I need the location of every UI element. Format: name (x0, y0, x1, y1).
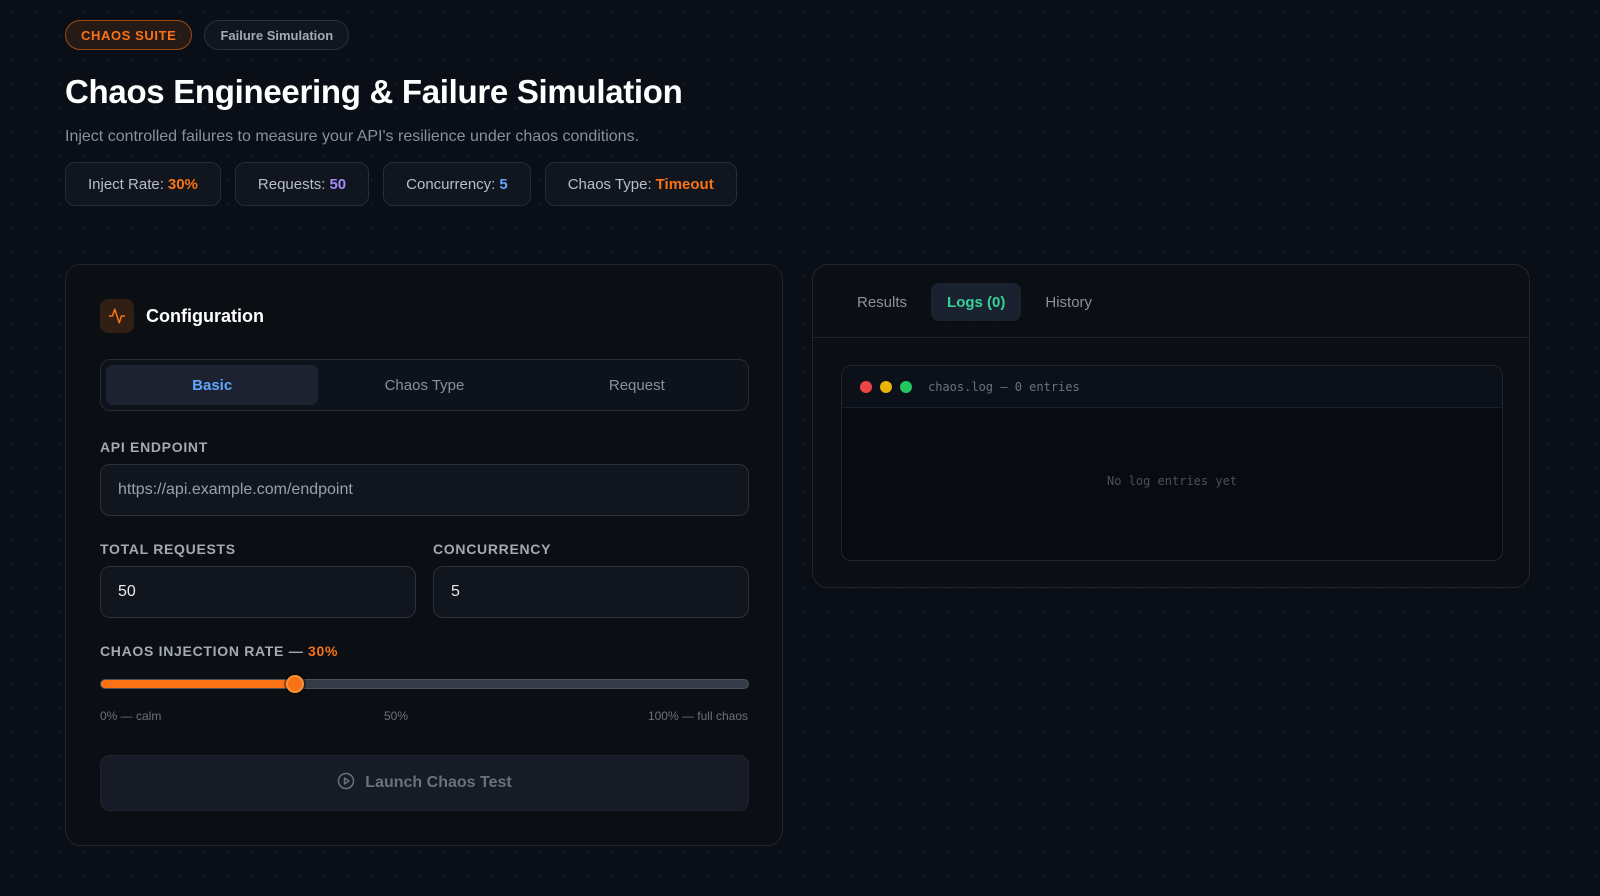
stat-label: Requests: (257, 175, 326, 193)
stat-value: Timeout (655, 175, 714, 193)
concurrency-label: CONCURRENCY (433, 541, 552, 557)
endpoint-label: API ENDPOINT (100, 439, 208, 455)
window-dot-red (860, 380, 872, 393)
stat-label: Inject Rate: (88, 175, 164, 193)
page-subtitle: Inject controlled failures to measure yo… (65, 128, 640, 145)
configuration-title: Configuration (146, 305, 264, 326)
badge-row: CHAOS SUITE Failure Simulation (65, 20, 1535, 50)
injection-rate-label-text: CHAOS INJECTION RATE (100, 643, 285, 659)
slider-fill (101, 680, 296, 688)
injection-rate-separator: — (288, 643, 304, 659)
log-terminal: chaos.log — 0 entries No log entries yet (841, 365, 1503, 561)
play-circle-icon (337, 772, 355, 795)
injection-rate-value: 30% (307, 643, 339, 659)
tick-min: 0% — calm (100, 709, 162, 723)
launch-label: Launch Chaos Test (365, 774, 512, 791)
tab-chaos-type[interactable]: Chaos Type (318, 365, 530, 405)
log-empty-state: No log entries yet (1106, 474, 1238, 488)
stat-value: 30% (167, 175, 198, 193)
stat-requests: Requests: 50 (234, 162, 370, 206)
failure-simulation-badge: Failure Simulation (204, 20, 350, 50)
tab-history[interactable]: History (1029, 283, 1108, 321)
results-tabs: Results Logs (0) History (841, 283, 1108, 321)
total-requests-label: TOTAL REQUESTS (100, 541, 236, 557)
terminal-title: chaos.log — 0 entries (928, 379, 1080, 394)
page-title: Chaos Engineering & Failure Simulation (65, 73, 683, 110)
tabs-divider (813, 337, 1529, 338)
configuration-panel: Configuration Basic Chaos Type Request A… (65, 264, 783, 846)
tick-mid: 50% (384, 709, 409, 723)
stat-label: Chaos Type: (567, 175, 652, 193)
stat-value: 50 (329, 175, 347, 193)
window-dot-yellow (880, 380, 892, 393)
endpoint-input[interactable] (100, 464, 749, 516)
stat-inject-rate: Inject Rate: 30% (65, 162, 221, 206)
tick-max: 100% — full chaos (647, 709, 748, 723)
tab-basic[interactable]: Basic (106, 365, 319, 405)
terminal-header: chaos.log — 0 entries (842, 366, 1502, 408)
window-dot-green (900, 380, 912, 393)
configuration-header: Configuration (100, 299, 264, 333)
chaos-suite-badge: CHAOS SUITE (65, 20, 193, 50)
stat-label: Concurrency: (406, 175, 496, 193)
tab-results[interactable]: Results (841, 283, 923, 321)
tab-request[interactable]: Request (531, 365, 743, 405)
page-header: CHAOS SUITE Failure Simulation Chaos Eng… (65, 20, 1535, 206)
stat-chaos-type: Chaos Type: Timeout (544, 162, 737, 206)
slider-thumb[interactable] (286, 675, 305, 693)
config-tabs: Basic Chaos Type Request (100, 359, 749, 411)
results-panel: Results Logs (0) History chaos.log — 0 e… (812, 264, 1530, 588)
launch-chaos-test-button[interactable]: Launch Chaos Test (100, 755, 749, 811)
tab-logs[interactable]: Logs (0) (931, 283, 1022, 321)
total-requests-input[interactable] (100, 566, 416, 618)
injection-rate-label: CHAOS INJECTION RATE — 30% (100, 643, 338, 659)
concurrency-input[interactable] (433, 566, 749, 618)
stat-value: 5 (499, 175, 508, 193)
injection-rate-slider[interactable] (100, 675, 749, 693)
stats-row: Inject Rate: 30% Requests: 50 Concurrenc… (65, 162, 1535, 206)
stat-concurrency: Concurrency: 5 (383, 162, 531, 206)
activity-icon (100, 299, 134, 333)
